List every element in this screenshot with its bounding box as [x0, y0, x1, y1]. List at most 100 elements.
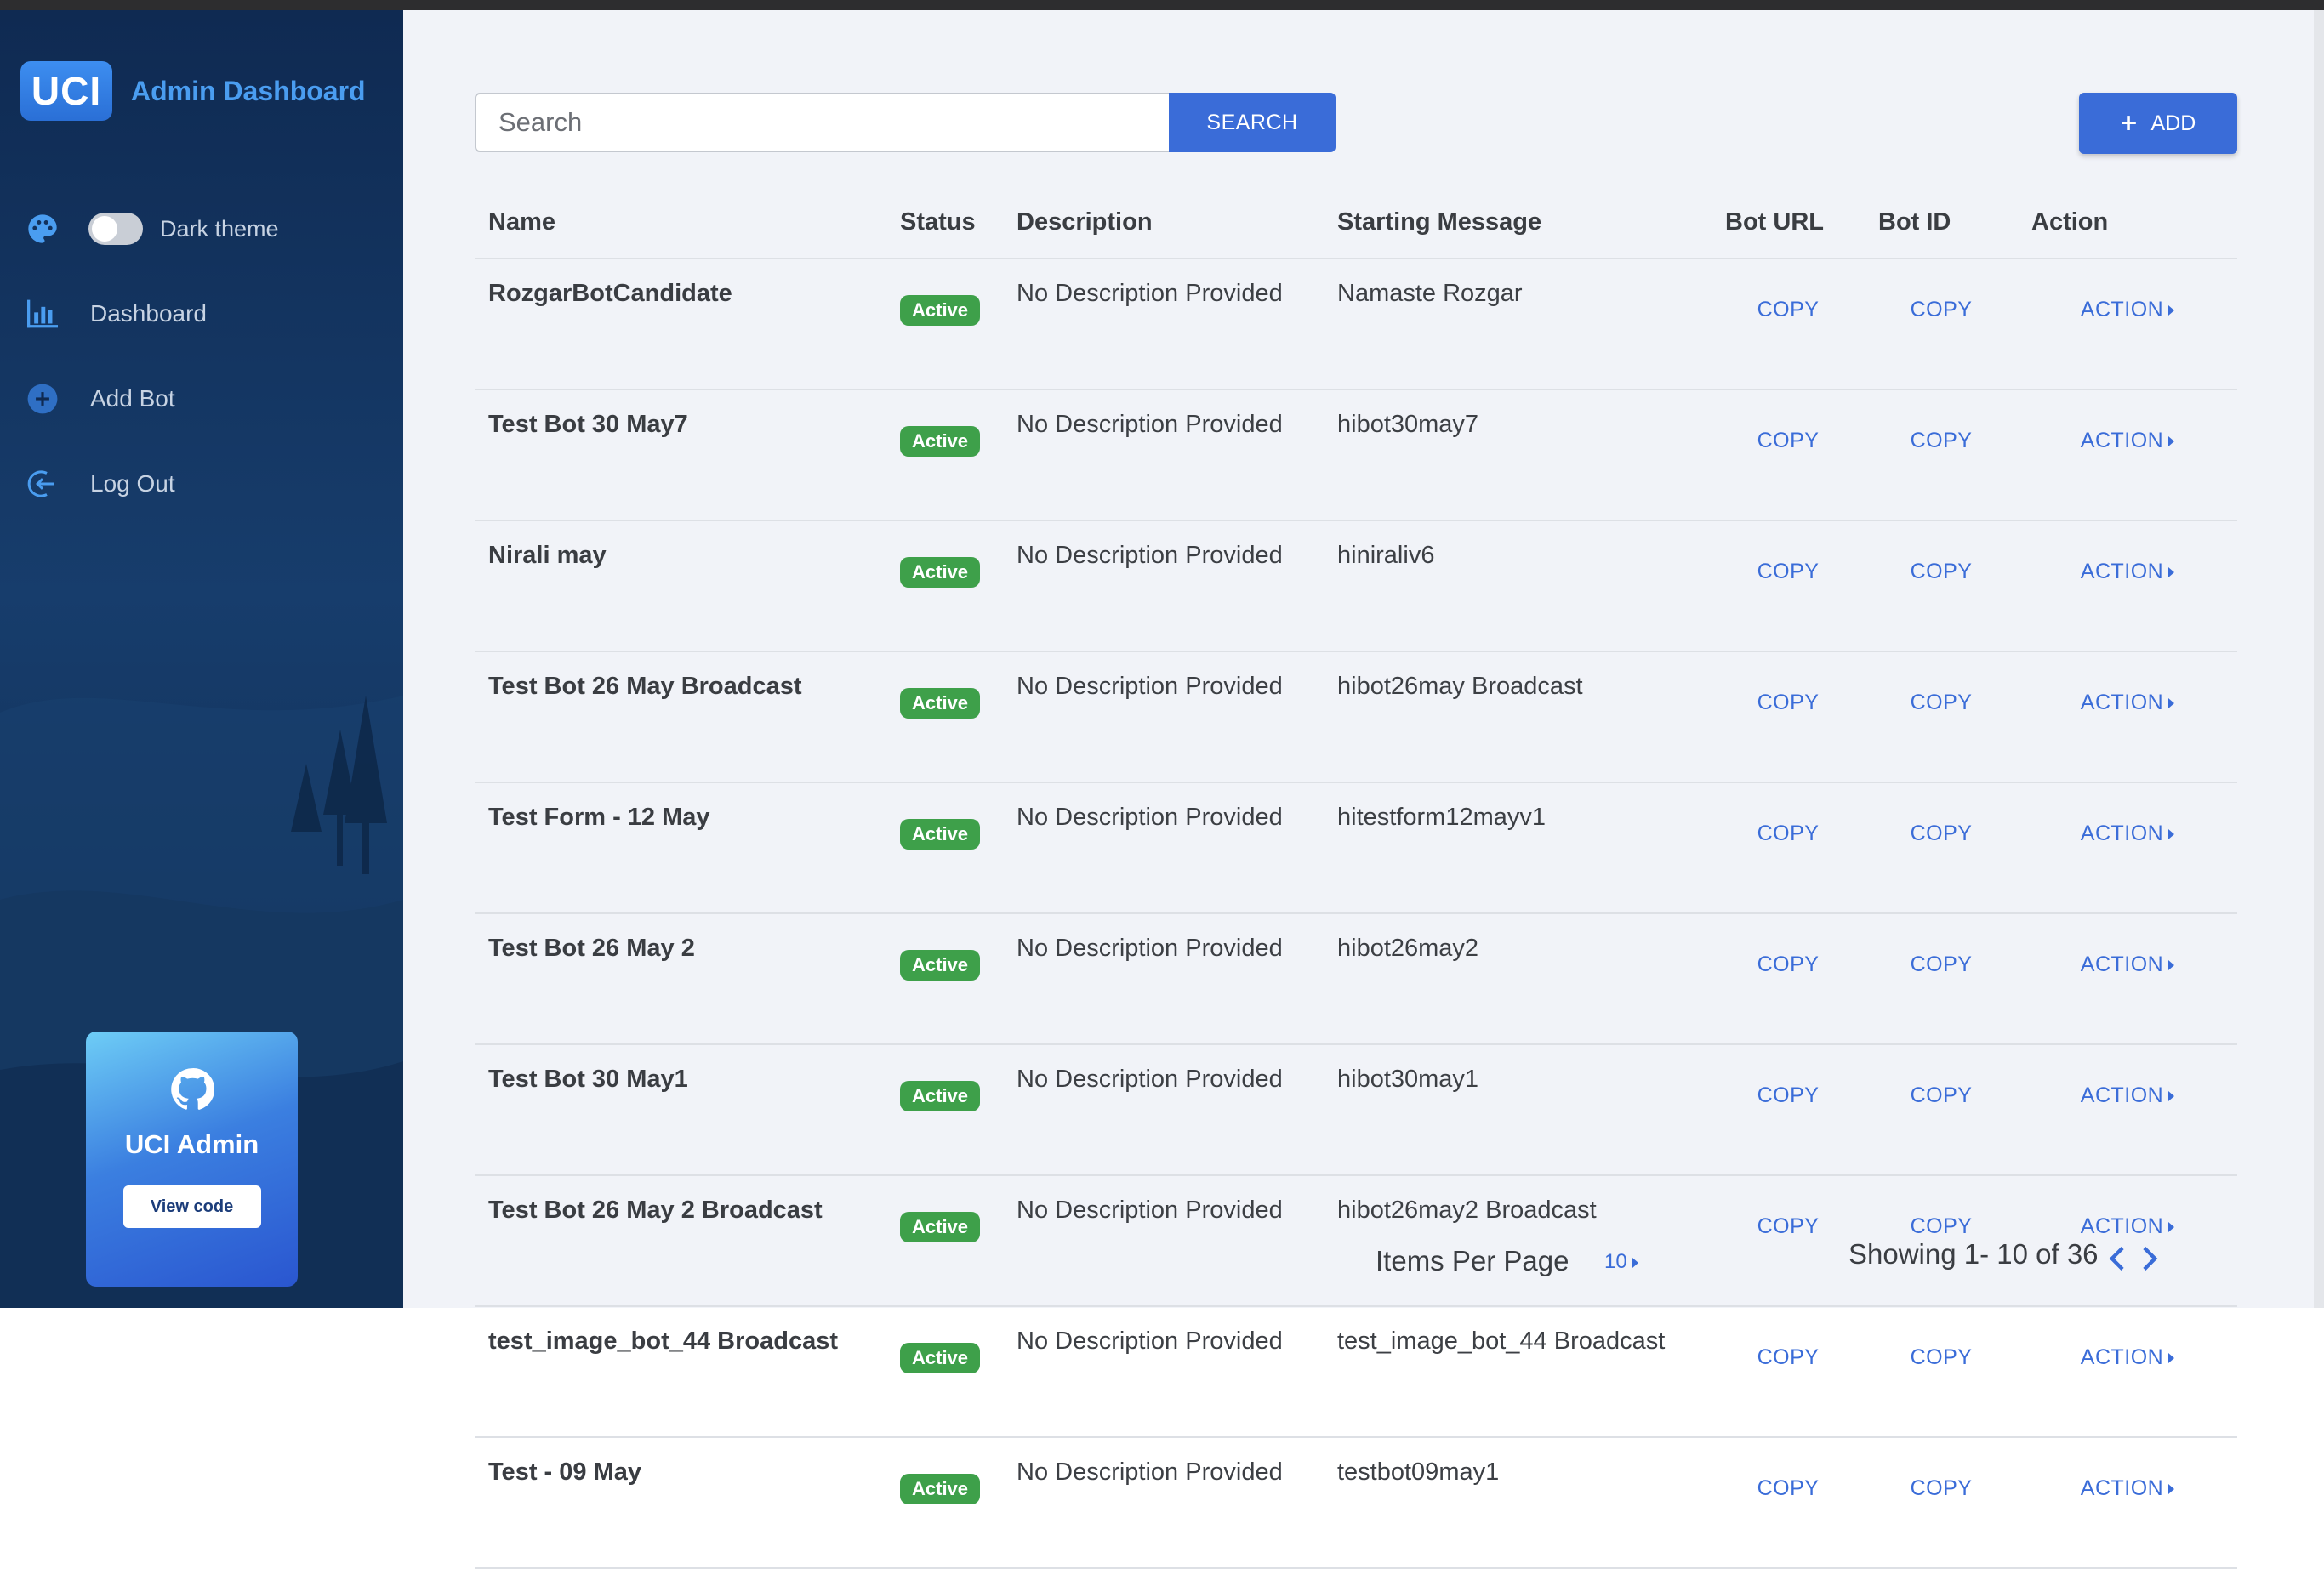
copy-bot-url-button[interactable]: COPY	[1757, 560, 1820, 583]
sidebar-item-dashboard[interactable]: Dashboard	[24, 295, 207, 333]
copy-bot-url-button[interactable]: COPY	[1757, 1476, 1820, 1500]
status-cell: Active	[886, 389, 1003, 521]
bot-id-cell: COPY	[1865, 913, 2018, 1045]
action-menu-button[interactable]: ACTION	[2081, 1345, 2175, 1369]
status-cell: Active	[886, 651, 1003, 783]
column-header-action[interactable]: Action	[2018, 186, 2237, 259]
copy-bot-id-button[interactable]: COPY	[1911, 821, 1973, 845]
table-row: Test Form - 12 May Active No Description P…	[475, 782, 2237, 914]
action-menu-button[interactable]: ACTION	[2081, 691, 2175, 714]
bot-id-cell: COPY	[1865, 259, 2018, 390]
column-header-description[interactable]: Description	[1003, 186, 1324, 259]
action-cell: ACTION	[2018, 389, 2237, 521]
action-menu-button[interactable]: ACTION	[2080, 821, 2175, 845]
items-per-page-label: Items Per Page	[1376, 1245, 1569, 1276]
bot-name: Test Bot 26 May 2 Broadcast	[475, 1175, 886, 1307]
action-menu-button[interactable]: ACTION	[2081, 1214, 2175, 1238]
table-row: Test Bot 30 May1 Active No Description Pro…	[475, 1044, 2237, 1176]
bot-id-cell: COPY	[1865, 1044, 2018, 1176]
status-cell: Active	[886, 1437, 1003, 1569]
action-label: ACTION	[2080, 952, 2164, 976]
action-menu-button[interactable]: ACTION	[2081, 298, 2175, 321]
status-badge: Active	[900, 1081, 981, 1111]
sidebar-item-label: Add Bot	[90, 385, 175, 412]
bot-url-cell: COPY	[1712, 259, 1865, 390]
copy-bot-id-button[interactable]: COPY	[1911, 429, 1973, 452]
action-menu-button[interactable]: ACTION	[2081, 429, 2175, 452]
brand[interactable]: UCI Admin Dashboard	[20, 61, 366, 121]
action-menu-button[interactable]: ACTION	[2081, 1476, 2175, 1500]
bot-description: No Description Provided	[1003, 1175, 1324, 1307]
copy-bot-id-button[interactable]: COPY	[1911, 560, 1973, 583]
bot-name: Test Bot 30 May1	[475, 1044, 886, 1176]
next-page-button[interactable]	[2135, 1243, 2166, 1274]
bot-starting-message: testbot09may1	[1324, 1437, 1712, 1569]
search-input[interactable]	[475, 93, 1171, 152]
table-row: test_image_bot_44 Broadcast Active No Desc…	[475, 1306, 2237, 1438]
dark-theme-toggle[interactable]	[88, 213, 143, 245]
column-header-starting-message[interactable]: Starting Message	[1324, 186, 1712, 259]
action-label: ACTION	[2080, 1083, 2164, 1107]
column-header-status[interactable]: Status	[886, 186, 1003, 259]
bot-description: No Description Provided	[1003, 259, 1324, 390]
add-button[interactable]: + ADD	[2079, 93, 2237, 154]
main-content: SEARCH + ADD Name Status Description Sta…	[403, 10, 2324, 1569]
status-badge: Active	[900, 950, 981, 981]
copy-bot-url-button[interactable]: COPY	[1757, 429, 1820, 452]
caret-right-icon	[2168, 1484, 2175, 1495]
bot-description: No Description Provided	[1003, 1437, 1324, 1569]
copy-bot-id-button[interactable]: COPY	[1911, 298, 1973, 321]
action-label: ACTION	[2080, 821, 2164, 845]
bot-id-cell: COPY	[1865, 1437, 2018, 1569]
action-cell: ACTION	[2018, 782, 2237, 914]
copy-bot-url-button[interactable]: COPY	[1757, 1214, 1820, 1238]
action-cell: ACTION	[2018, 520, 2237, 652]
bot-description: No Description Provided	[1003, 913, 1324, 1045]
promo-title: UCI Admin	[124, 1129, 259, 1159]
sidebar-item-add-bot[interactable]: Add Bot	[24, 380, 175, 418]
copy-bot-url-button[interactable]: COPY	[1757, 1345, 1820, 1369]
copy-bot-id-button[interactable]: COPY	[1911, 691, 1973, 714]
column-header-name[interactable]: Name	[475, 186, 886, 259]
view-code-button[interactable]: View code	[122, 1185, 261, 1228]
copy-bot-url-button[interactable]: COPY	[1757, 1083, 1820, 1107]
action-cell: ACTION	[2018, 651, 2237, 783]
action-menu-button[interactable]: ACTION	[2080, 1083, 2175, 1107]
copy-bot-id-button[interactable]: COPY	[1911, 1214, 1973, 1238]
action-label: ACTION	[2080, 560, 2164, 583]
sidebar-item-log-out[interactable]: Log Out	[24, 465, 175, 503]
github-icon	[86, 1067, 298, 1116]
search-button[interactable]: SEARCH	[1169, 93, 1336, 152]
pagination-range: Showing 1- 10 of 36	[1848, 1238, 2099, 1270]
bot-url-cell: COPY	[1712, 1437, 1865, 1569]
caret-right-icon	[2168, 698, 2175, 709]
status-cell: Active	[886, 782, 1003, 914]
bot-url-cell: COPY	[1712, 913, 1865, 1045]
plus-circle-icon	[24, 380, 61, 418]
column-header-bot-id[interactable]: Bot ID	[1865, 186, 2018, 259]
logo: UCI	[20, 61, 112, 121]
bot-description: No Description Provided	[1003, 651, 1324, 783]
copy-bot-id-button[interactable]: COPY	[1911, 1083, 1973, 1107]
copy-bot-url-button[interactable]: COPY	[1757, 298, 1820, 321]
page-scrollbar[interactable]	[2314, 10, 2324, 1308]
column-header-bot-url[interactable]: Bot URL	[1712, 186, 1865, 259]
table-row: RozgarBotCandidate Active No Description P…	[475, 259, 2237, 390]
items-per-page-select[interactable]: 10	[1604, 1250, 1638, 1274]
bot-name: Nirali may	[475, 520, 886, 652]
copy-bot-id-button[interactable]: COPY	[1911, 1345, 1973, 1369]
bot-url-cell: COPY	[1712, 1306, 1865, 1438]
bot-name: Test Bot 30 May7	[475, 389, 886, 521]
copy-bot-id-button[interactable]: COPY	[1911, 952, 1973, 976]
copy-bot-url-button[interactable]: COPY	[1757, 952, 1820, 976]
table-row: Test - 09 May Active No Description Provid…	[475, 1437, 2237, 1569]
copy-bot-url-button[interactable]: COPY	[1757, 821, 1820, 845]
copy-bot-url-button[interactable]: COPY	[1757, 691, 1820, 714]
plus-icon: +	[2120, 107, 2138, 139]
action-menu-button[interactable]: ACTION	[2080, 560, 2175, 583]
copy-bot-id-button[interactable]: COPY	[1911, 1476, 1973, 1500]
previous-page-button[interactable]	[2101, 1243, 2132, 1274]
action-cell: ACTION	[2018, 913, 2237, 1045]
sidebar-item-label: Dashboard	[90, 300, 207, 327]
action-menu-button[interactable]: ACTION	[2080, 952, 2175, 976]
